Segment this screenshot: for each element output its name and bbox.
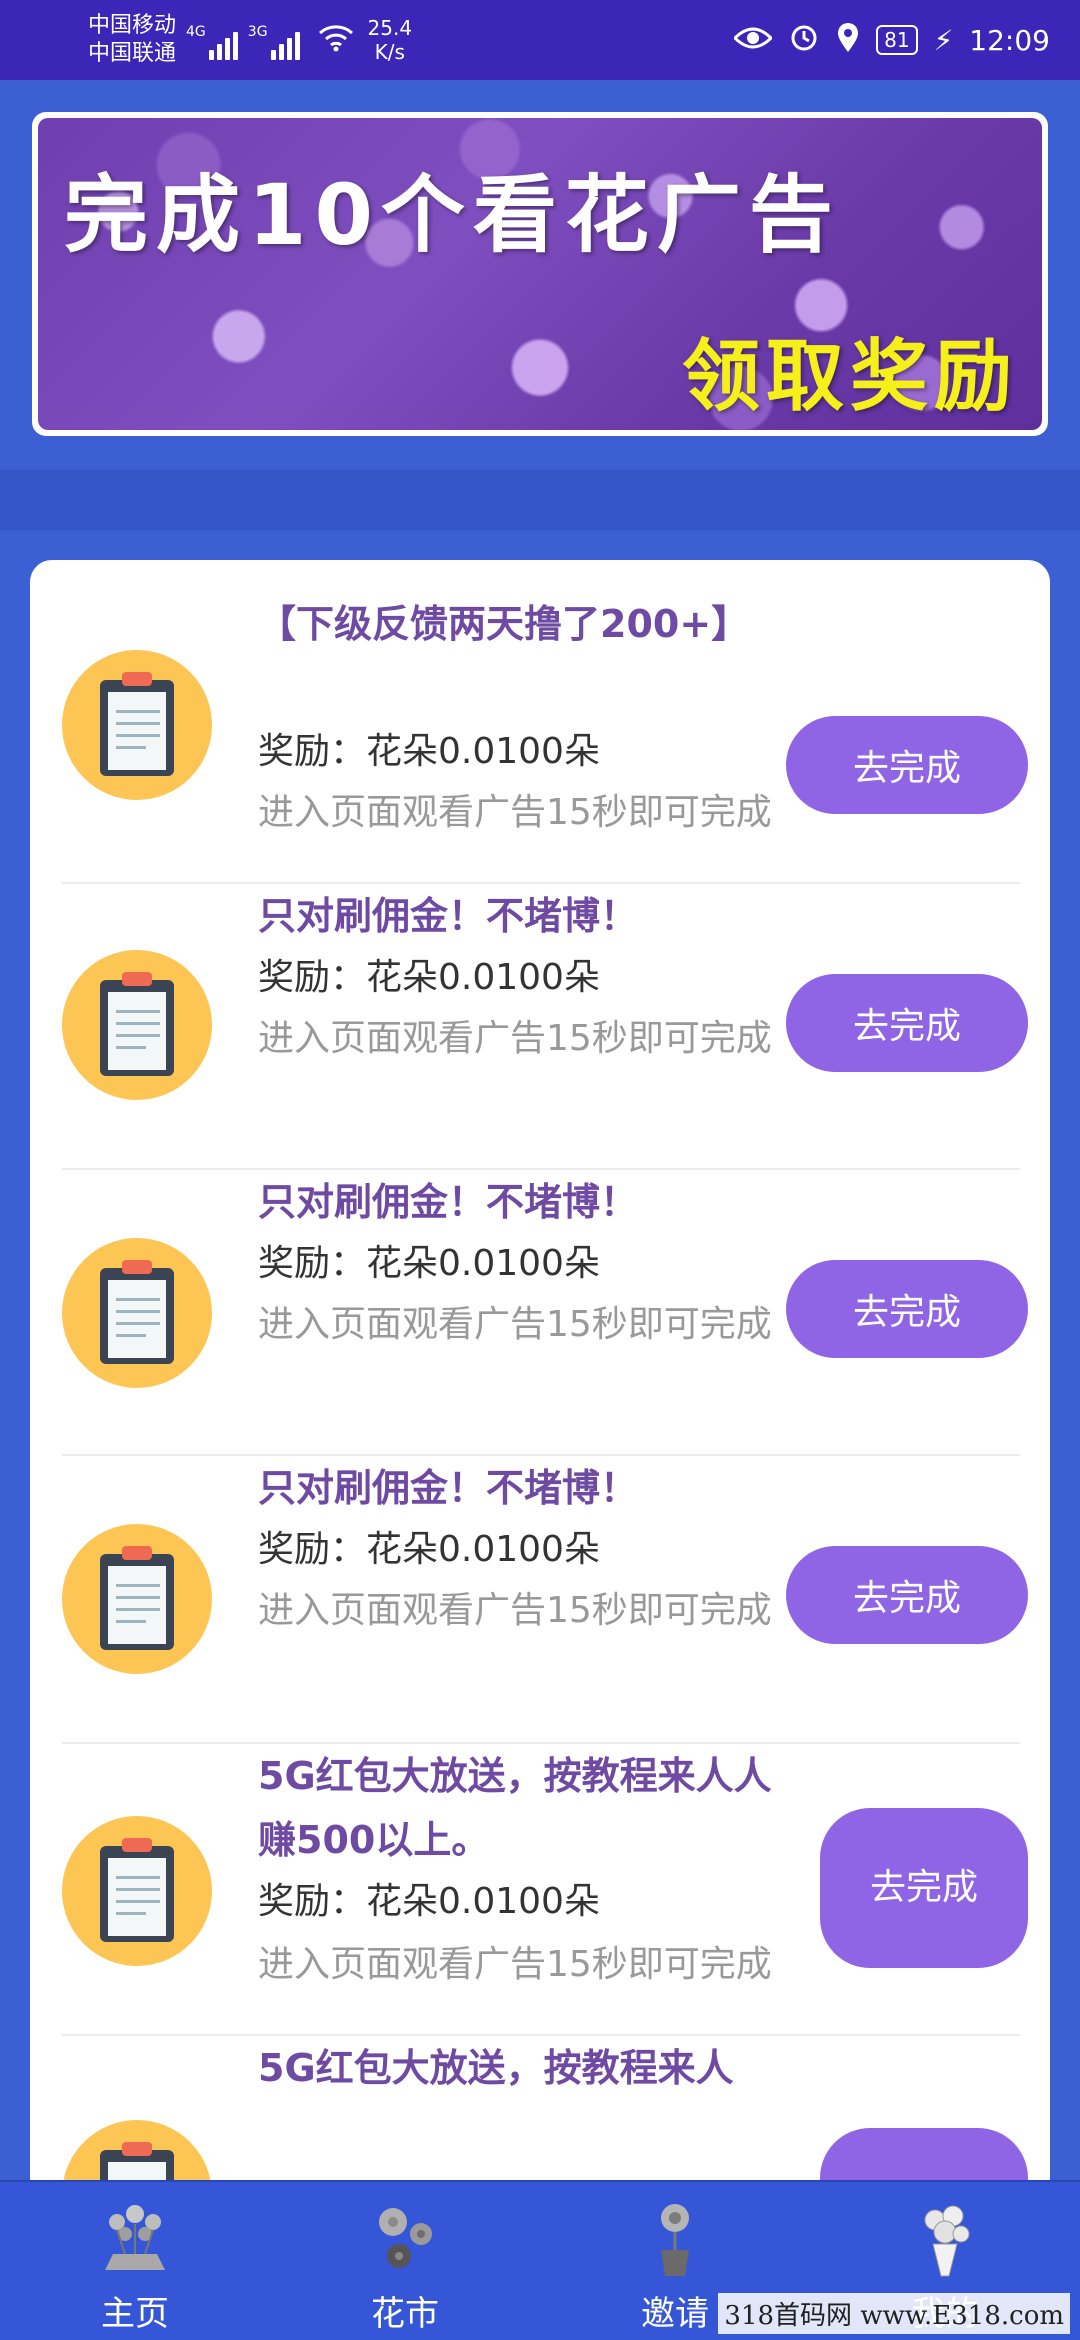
- clipboard-icon: [62, 1816, 212, 1966]
- hyacinth-banner-image: 完成10个看花广告 领取奖励: [38, 118, 1042, 430]
- location-icon: [836, 21, 860, 60]
- watermark: 318首码网 www.E318.com: [718, 2293, 1070, 2334]
- carrier-1: 中国移动: [88, 13, 177, 38]
- network-type-2: 3G: [247, 24, 268, 40]
- bouquet-icon: [905, 2200, 985, 2280]
- task-item: 【下级反馈两天撸了200+】 奖励：花朵0.0100朵 进入页面观看广告15秒即…: [62, 580, 1028, 884]
- task-reward: 奖励：花朵0.0100朵: [258, 731, 600, 772]
- clock-time: 12:09: [969, 23, 1050, 57]
- clipboard-icon: [62, 950, 212, 1100]
- flower-pot-icon: [635, 2200, 715, 2280]
- task-reward: 奖励：花朵0.0100朵: [258, 1881, 600, 1922]
- task-item: 5G红包大放送，按教程来人人赚500以上。 奖励：花朵0.0100朵 进入页面观…: [62, 1744, 1028, 2036]
- potted-flowers-icon: [95, 2200, 175, 2280]
- banner-subtitle: 领取奖励: [681, 332, 1018, 422]
- task-title: 只对刷佣金！不堵博！: [258, 1466, 639, 1510]
- task-reward: 奖励：花朵0.0100朵: [258, 1243, 600, 1284]
- nav-label: 主页: [101, 2294, 169, 2334]
- signal-2-icon: 3G: [248, 20, 300, 60]
- task-description: 进入页面观看广告15秒即可完成: [258, 1018, 772, 1059]
- eye-icon: [733, 24, 774, 57]
- task-item: 只对刷佣金！不堵博！ 奖励：花朵0.0100朵 进入页面观看广告15秒即可完成 …: [62, 1456, 1028, 1744]
- nav-flower-market[interactable]: 花市: [270, 2182, 540, 2340]
- battery-level: 81: [876, 25, 918, 55]
- task-description: 进入页面观看广告15秒即可完成: [258, 1590, 772, 1631]
- nav-home[interactable]: 主页: [0, 2182, 270, 2340]
- ad-banner[interactable]: 完成10个看花广告 领取奖励: [32, 112, 1048, 436]
- network-speed: 25.4 K/s: [368, 16, 413, 64]
- speed-value: 25.4: [367, 16, 413, 40]
- carrier-2: 中国联通: [88, 41, 177, 66]
- complete-task-button[interactable]: 去完成: [786, 974, 1028, 1072]
- task-item: 只对刷佣金！不堵博！ 奖励：花朵0.0100朵 进入页面观看广告15秒即可完成 …: [62, 1170, 1028, 1456]
- task-title: 5G红包大放送，按教程来人人赚500以上。: [258, 1754, 772, 1862]
- task-item: 只对刷佣金！不堵博！ 奖励：花朵0.0100朵 进入页面观看广告15秒即可完成 …: [62, 884, 1028, 1170]
- task-title: 只对刷佣金！不堵博！: [258, 894, 639, 938]
- flower-market-icon: [365, 2200, 445, 2280]
- nav-label: 邀请: [641, 2294, 709, 2334]
- wifi-icon: [318, 24, 354, 56]
- clipboard-icon: [62, 1524, 212, 1674]
- task-description: 进入页面观看广告15秒即可完成: [258, 1304, 772, 1345]
- task-title: 【下级反馈两天撸了200+】: [258, 602, 750, 646]
- nav-label: 花市: [371, 2294, 439, 2334]
- complete-task-button[interactable]: 去完成: [820, 1808, 1028, 1968]
- complete-task-button[interactable]: 去完成: [786, 716, 1028, 814]
- speed-unit: K/s: [374, 40, 405, 64]
- complete-task-button[interactable]: 去完成: [786, 1546, 1028, 1644]
- task-reward: 奖励：花朵0.0100朵: [258, 957, 600, 998]
- status-bar: 中国移动 中国联通 4G 3G 25.4 K/s 81 ⚡ 12:09: [0, 0, 1080, 80]
- banner-title: 完成10个看花广告: [64, 166, 841, 264]
- task-reward: 奖励：花朵0.0100朵: [258, 1529, 600, 1570]
- clipboard-icon: [62, 650, 212, 800]
- alarm-icon: [788, 21, 820, 60]
- task-description: 进入页面观看广告15秒即可完成: [258, 792, 772, 833]
- signal-1-icon: 4G: [186, 20, 238, 60]
- charging-icon: ⚡: [933, 23, 954, 57]
- clipboard-icon: [62, 1238, 212, 1388]
- task-list: 【下级反馈两天撸了200+】 奖励：花朵0.0100朵 进入页面观看广告15秒即…: [30, 560, 1050, 2280]
- task-description: 进入页面观看广告15秒即可完成: [258, 1944, 772, 1985]
- network-type-1: 4G: [186, 24, 206, 40]
- carrier-info: 中国移动 中国联通: [88, 12, 176, 68]
- task-title: 只对刷佣金！不堵博！: [258, 1180, 639, 1224]
- complete-task-button[interactable]: 去完成: [786, 1260, 1028, 1358]
- task-title: 5G红包大放送，按教程来人: [258, 2046, 734, 2090]
- section-divider: [0, 470, 1080, 530]
